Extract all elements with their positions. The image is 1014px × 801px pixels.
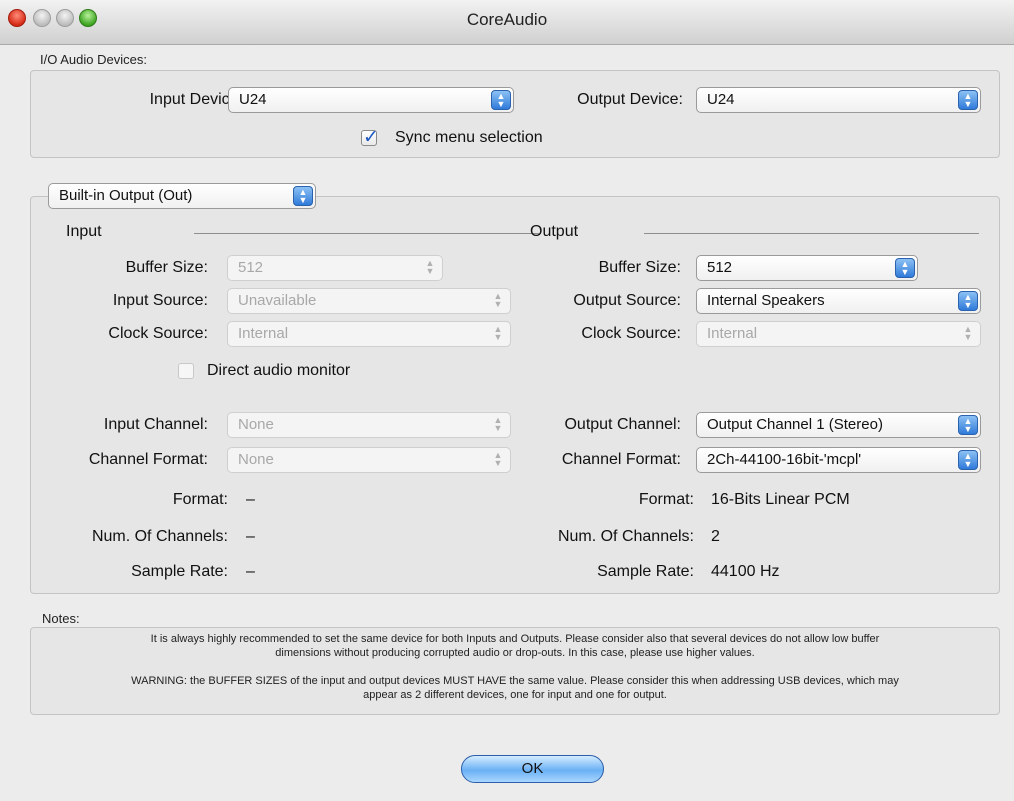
input-channel-popup[interactable]: None ▲ ▼	[227, 412, 511, 438]
device-select-popup[interactable]: Built-in Output (Out) ▲ ▼	[48, 183, 316, 209]
io-devices-box: Input Device: U24 ▲ ▼ Output Device: U24 …	[30, 70, 1000, 158]
title-bar: CoreAudio	[0, 0, 1014, 45]
input-source-popup[interactable]: Unavailable ▲ ▼	[227, 288, 511, 314]
input-source-value: Unavailable	[238, 292, 317, 309]
direct-audio-monitor-label: Direct audio monitor	[207, 362, 351, 379]
input-buffer-size-label: Buffer Size:	[125, 259, 208, 276]
notes-line-3: WARNING: the BUFFER SIZES of the input a…	[131, 675, 899, 687]
output-source-label: Output Source:	[573, 292, 681, 309]
input-channel-label: Input Channel:	[103, 416, 208, 433]
output-device-label: Output Device:	[577, 91, 683, 108]
popup-arrows-icon: ▲ ▼	[958, 450, 978, 470]
output-channel-format-label: Channel Format:	[561, 451, 681, 468]
popup-arrows-icon: ▲ ▼	[963, 324, 973, 342]
input-divider	[194, 233, 539, 234]
popup-arrows-icon: ▲ ▼	[958, 90, 978, 110]
output-buffer-size-label: Buffer Size:	[598, 259, 681, 276]
popup-arrows-icon: ▲ ▼	[493, 324, 503, 342]
notes-line-2: dimensions without producing corrupted a…	[275, 647, 755, 659]
output-channel-popup[interactable]: Output Channel 1 (Stereo) ▲ ▼	[696, 412, 981, 438]
window-title: CoreAudio	[466, 10, 548, 29]
io-devices-title: I/O Audio Devices:	[40, 52, 147, 67]
notes-box: It is always highly recommended to set t…	[30, 627, 1000, 715]
sync-menu-checkbox[interactable]	[361, 126, 379, 149]
input-device-popup[interactable]: U24 ▲ ▼	[228, 87, 514, 113]
input-channel-format-label: Channel Format:	[88, 451, 208, 468]
device-select-value: Built-in Output (Out)	[59, 187, 193, 204]
input-clock-source-popup[interactable]: Internal ▲ ▼	[227, 321, 511, 347]
output-channel-format-popup[interactable]: 2Ch-44100-16bit-'mcpl' ▲ ▼	[696, 447, 981, 473]
output-source-value: Internal Speakers	[707, 292, 825, 309]
input-buffer-size-value: 512	[238, 259, 264, 276]
input-format-value: –	[246, 491, 255, 508]
notes-line-4: appear as 2 different devices, one for i…	[363, 689, 667, 701]
popup-arrows-icon: ▲ ▼	[493, 291, 503, 309]
output-clock-source-label: Clock Source:	[581, 325, 681, 342]
popup-arrows-icon: ▲ ▼	[493, 450, 503, 468]
device-panel-box: Input Buffer Size: 512 ▲ ▼ Input Source: …	[30, 196, 1000, 594]
direct-audio-monitor-checkbox[interactable]	[178, 363, 194, 379]
popup-arrows-icon: ▲ ▼	[293, 186, 313, 206]
popup-arrows-icon: ▲ ▼	[425, 258, 435, 276]
popup-arrows-icon: ▲ ▼	[491, 90, 511, 110]
output-num-channels-label: Num. Of Channels:	[557, 528, 694, 545]
output-format-label: Format:	[638, 491, 694, 508]
ok-button[interactable]: OK	[461, 755, 604, 783]
coreaudio-window: CoreAudio I/O Audio Devices: Input Devic…	[0, 0, 1014, 801]
notes-paragraph-1: It is always highly recommended to set t…	[31, 632, 999, 660]
output-channel-value: Output Channel 1 (Stereo)	[707, 416, 883, 433]
input-num-channels-label: Num. Of Channels:	[91, 528, 228, 545]
input-sample-rate-label: Sample Rate:	[131, 563, 228, 580]
popup-arrows-icon: ▲ ▼	[958, 415, 978, 435]
popup-arrows-icon: ▲ ▼	[895, 258, 915, 278]
input-channel-value: None	[238, 416, 274, 433]
input-heading: Input	[66, 223, 102, 240]
output-device-popup[interactable]: U24 ▲ ▼	[696, 87, 981, 113]
output-divider	[644, 233, 979, 234]
popup-arrows-icon: ▲ ▼	[493, 415, 503, 433]
input-device-value: U24	[239, 91, 267, 108]
input-channel-format-popup[interactable]: None ▲ ▼	[227, 447, 511, 473]
output-format-value: 16-Bits Linear PCM	[711, 491, 850, 508]
output-clock-source-value: Internal	[707, 325, 758, 342]
output-channel-format-value: 2Ch-44100-16bit-'mcpl'	[707, 451, 862, 468]
input-clock-source-value: Internal	[238, 325, 289, 342]
notes-title: Notes:	[42, 611, 80, 626]
output-num-channels-value: 2	[711, 528, 720, 545]
input-buffer-size-popup[interactable]: 512 ▲ ▼	[227, 255, 443, 281]
notes-paragraph-2: WARNING: the BUFFER SIZES of the input a…	[31, 674, 999, 702]
output-buffer-size-value: 512	[707, 259, 733, 276]
output-source-popup[interactable]: Internal Speakers ▲ ▼	[696, 288, 981, 314]
output-clock-source-popup[interactable]: Internal ▲ ▼	[696, 321, 981, 347]
input-num-channels-value: –	[246, 528, 255, 545]
output-buffer-size-popup[interactable]: 512 ▲ ▼	[696, 255, 918, 281]
input-format-label: Format:	[172, 491, 228, 508]
input-clock-source-label: Clock Source:	[108, 325, 208, 342]
input-channel-format-value: None	[238, 451, 274, 468]
output-sample-rate-label: Sample Rate:	[597, 563, 694, 580]
input-source-label: Input Source:	[112, 292, 208, 309]
output-sample-rate-value: 44100 Hz	[711, 563, 780, 580]
popup-arrows-icon: ▲ ▼	[958, 291, 978, 311]
output-channel-label: Output Channel:	[564, 416, 681, 433]
sync-menu-label: Sync menu selection	[395, 129, 543, 146]
output-device-value: U24	[707, 91, 735, 108]
output-heading: Output	[530, 223, 579, 240]
notes-line-1: It is always highly recommended to set t…	[150, 633, 880, 645]
input-sample-rate-value: –	[246, 563, 255, 580]
